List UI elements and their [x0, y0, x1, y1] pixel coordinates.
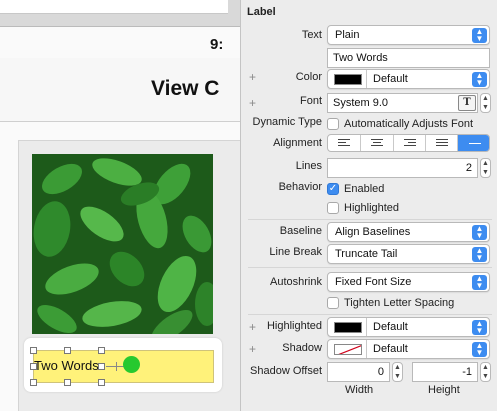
resize-handle-bottom[interactable] — [64, 379, 71, 386]
nav-title: View C — [151, 77, 220, 100]
shadow-width-value: 0 — [377, 366, 384, 378]
tighten-spacing-checkbox[interactable] — [327, 297, 339, 309]
divider — [248, 219, 492, 220]
chevron-updown-icon: ▲ ▼ — [472, 28, 487, 43]
resize-handle-right[interactable] — [98, 363, 105, 370]
enabled-checkbox[interactable]: ✓ — [327, 183, 339, 195]
chevron-updown-icon: ▲ ▼ — [472, 275, 487, 290]
divider — [248, 267, 492, 268]
swatch-divider — [366, 318, 367, 336]
label-text: Two Words — [34, 358, 99, 373]
shadow-label: Shadow — [282, 342, 322, 354]
highlighted-color-popup[interactable]: Default ▲ ▼ — [327, 317, 490, 337]
text-value-field[interactable]: Two Words — [327, 48, 490, 68]
resize-handle-left[interactable] — [30, 363, 37, 370]
height-caption: Height — [428, 384, 460, 396]
font-field[interactable]: System 9.0 — [327, 93, 478, 113]
font-size-stepper[interactable]: ▲ ▼ — [480, 93, 491, 113]
section-title: Label — [247, 6, 276, 18]
autoshrink-popup[interactable]: Fixed Font Size ▲ ▼ — [327, 272, 490, 292]
highlighted-label: Highlighted — [344, 202, 400, 214]
no-color-swatch-icon — [334, 344, 362, 355]
color-popup[interactable]: Default ▲ ▼ — [327, 69, 490, 89]
shadow-offset-label: Shadow Offset — [250, 365, 322, 377]
lines-stepper[interactable]: ▲ ▼ — [480, 158, 491, 178]
baseline-value: Align Baselines — [335, 226, 411, 238]
plus-icon[interactable]: + — [249, 96, 256, 110]
status-time: 9: — [210, 36, 224, 53]
align-right-button[interactable] — [394, 135, 426, 151]
plus-icon[interactable]: + — [249, 70, 256, 84]
text-value: Two Words — [333, 52, 388, 64]
shadow-width-stepper[interactable]: ▲ ▼ — [392, 362, 403, 382]
highlighted-color-value: Default — [373, 321, 408, 333]
green-circle-view[interactable] — [123, 356, 140, 373]
shadow-width-field[interactable]: 0 — [327, 362, 390, 382]
align-right-icon — [403, 139, 416, 148]
font-value: System 9.0 — [333, 97, 389, 109]
chevron-updown-icon: ▲ ▼ — [472, 72, 487, 87]
chevron-updown-icon: ▲ ▼ — [472, 225, 487, 240]
swatch-divider — [366, 340, 367, 358]
shadow-height-stepper[interactable]: ▲ ▼ — [480, 362, 491, 382]
scene-header — [0, 0, 228, 14]
shadow-popup[interactable]: Default ▲ ▼ — [327, 339, 490, 359]
highlighted-checkbox[interactable] — [327, 202, 339, 214]
chevron-updown-icon: ▲ ▼ — [472, 320, 487, 335]
lines-label: Lines — [295, 160, 322, 172]
align-center-button[interactable] — [361, 135, 394, 151]
color-swatch — [334, 74, 362, 85]
align-justified-button[interactable] — [426, 135, 458, 151]
line-break-popup[interactable]: Truncate Tail ▲ ▼ — [327, 244, 490, 264]
autoshrink-value: Fixed Font Size — [335, 276, 412, 288]
text-mode-value: Plain — [335, 29, 360, 41]
shadow-height-field[interactable]: -1 — [412, 362, 478, 382]
text-label: Text — [301, 29, 322, 41]
align-left-icon — [338, 139, 350, 148]
chevron-updown-icon: ▲ ▼ — [472, 247, 487, 262]
autoshrink-label: Autoshrink — [270, 276, 322, 288]
baseline-label: Baseline — [279, 225, 322, 237]
resize-handle-bottom-left[interactable] — [30, 379, 37, 386]
shadow-height-value: -1 — [462, 366, 472, 378]
highlighted-color-label: Highlighted — [266, 320, 322, 332]
lines-field[interactable]: 2 — [327, 158, 478, 178]
swatch-divider — [366, 70, 367, 88]
resize-handle-top[interactable] — [64, 347, 71, 354]
alignment-label: Alignment — [273, 137, 322, 149]
dynamic-type-label: Dynamic Type — [252, 116, 323, 128]
align-justified-icon — [435, 139, 448, 148]
baseline-popup[interactable]: Align Baselines ▲ ▼ — [327, 222, 490, 242]
color-value: Default — [373, 73, 408, 85]
behavior-label: Behavior — [278, 181, 322, 193]
tighten-spacing-label: Tighten Letter Spacing — [344, 297, 455, 309]
divider — [248, 314, 492, 315]
line-break-label: Line Break — [269, 246, 322, 258]
align-left-button[interactable] — [328, 135, 361, 151]
resize-handle-top-right[interactable] — [98, 347, 105, 354]
color-label: Color — [295, 71, 322, 83]
align-center-icon — [371, 139, 383, 148]
resize-handle-bottom-right[interactable] — [98, 379, 105, 386]
align-natural-button[interactable] — [458, 135, 489, 151]
enabled-label: Enabled — [344, 183, 385, 195]
auto-adjust-font-checkbox[interactable] — [327, 118, 339, 130]
font-T-icon[interactable]: T — [458, 95, 476, 111]
alignment-segmented-control[interactable] — [327, 134, 490, 152]
leaf-image-view[interactable] — [32, 154, 213, 334]
resize-handle-top-left[interactable] — [30, 347, 37, 354]
font-label: Font — [299, 95, 322, 107]
highlighted-color-swatch — [334, 322, 362, 333]
chevron-updown-icon: ▲ ▼ — [472, 342, 487, 357]
lines-value: 2 — [465, 162, 472, 174]
align-natural-icon — [468, 139, 481, 146]
constraint-line — [106, 366, 124, 367]
shadow-value: Default — [373, 343, 408, 355]
line-break-value: Truncate Tail — [335, 248, 398, 260]
constraint-bar — [116, 362, 117, 371]
auto-adjust-font-label: Automatically Adjusts Font — [344, 118, 474, 130]
text-mode-popup[interactable]: Plain ▲ ▼ — [327, 25, 490, 45]
width-caption: Width — [345, 384, 374, 396]
